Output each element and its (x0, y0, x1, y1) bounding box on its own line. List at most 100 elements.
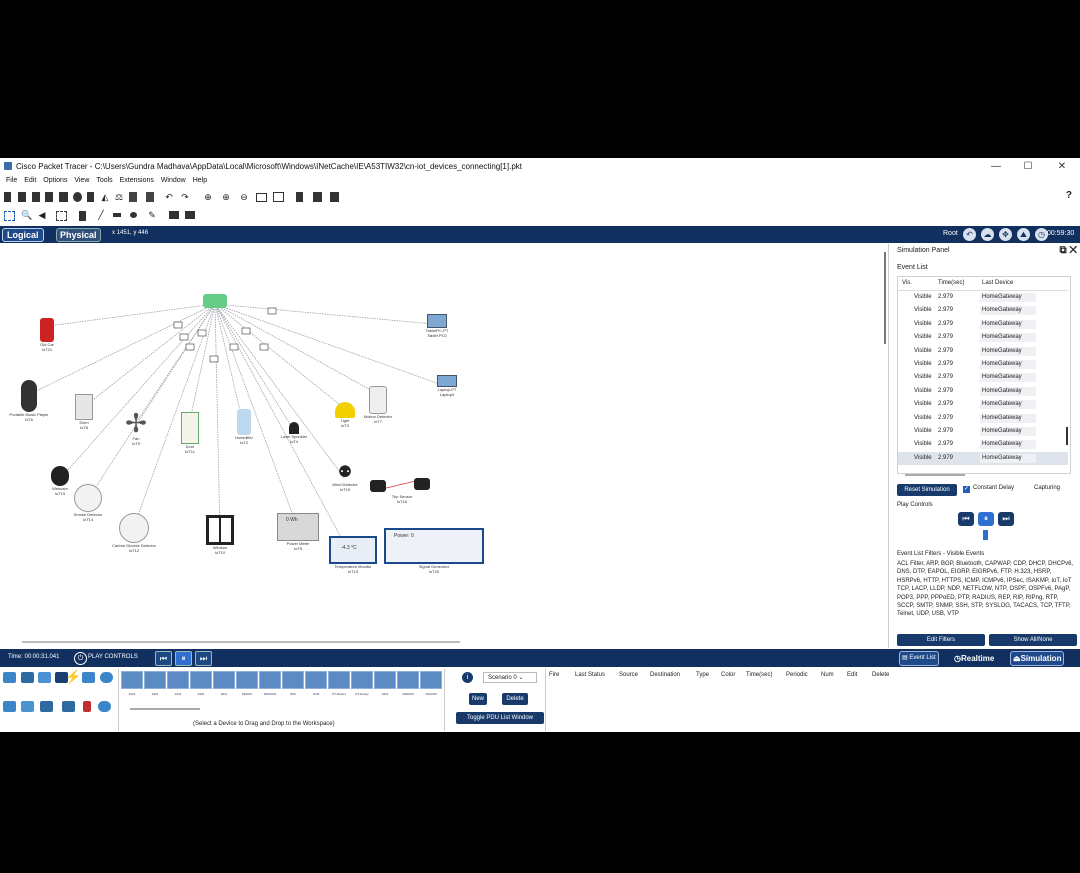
palette-router-icon[interactable]: PT-Router (328, 671, 350, 696)
menu-tools[interactable]: Tools (96, 175, 112, 187)
security-icon[interactable] (83, 701, 91, 712)
menu-options[interactable]: Options (43, 175, 67, 187)
palette-router-icon[interactable]: PT-Empty (351, 671, 373, 696)
device-signal-generator[interactable]: Power: 0 Signal Generator IoT20 (384, 528, 484, 574)
switches-icon[interactable] (21, 701, 34, 712)
draw-ellipse-icon[interactable] (130, 212, 137, 218)
power-cycle-icon[interactable]: ⏻ (74, 652, 87, 665)
device-power-meter[interactable]: 0 Wh Power Meter IoT5 (276, 513, 320, 551)
new-file-icon[interactable] (4, 192, 11, 202)
menu-window[interactable]: Window (161, 175, 186, 187)
palette-router-icon[interactable]: 1841 (374, 671, 396, 696)
event-row[interactable]: Visible 2.979 HomeGateway (898, 451, 1068, 465)
event-row[interactable]: Visible 2.979 HomeGateway (898, 425, 1068, 438)
select-icon[interactable] (4, 211, 15, 221)
print-icon[interactable] (59, 192, 68, 202)
delete-tool-icon[interactable]: ◀ (37, 210, 47, 220)
network-devices-icon[interactable] (3, 672, 16, 683)
paste-icon[interactable] (146, 192, 154, 202)
palette-router-icon[interactable]: 819IOX (236, 671, 258, 696)
realtime-mode-button[interactable]: ◷Realtime (951, 651, 998, 666)
palette-router-icon[interactable]: 2901 (190, 671, 212, 696)
device-motion-detector[interactable]: Motion Detector IoT7 (358, 386, 398, 424)
pdu-icon[interactable] (313, 192, 322, 202)
draw-line-icon[interactable]: ╱ (96, 210, 106, 220)
palette-router-icon[interactable]: 819HGW (259, 671, 281, 696)
zoom-in-icon[interactable]: ⊕ (203, 192, 213, 202)
info-icon[interactable]: i (462, 672, 473, 683)
resize-icon[interactable] (56, 211, 67, 221)
event-row[interactable]: Visible 2.979 HomeGateway (898, 438, 1068, 451)
step-forward-button[interactable]: ⏭ (998, 512, 1014, 526)
cloud-icon[interactable]: ☁ (981, 228, 994, 241)
end-devices-icon[interactable] (21, 672, 34, 683)
status-pause-button[interactable]: ⏸ (175, 651, 192, 666)
home-gateway[interactable] (203, 294, 227, 308)
status-step-forward-button[interactable]: ⏭ (195, 651, 212, 666)
undo-icon[interactable]: ↶ (164, 192, 174, 202)
event-row[interactable]: Visible 2.979 HomeGateway (898, 371, 1068, 384)
menu-help[interactable]: Help (193, 175, 207, 187)
close-button[interactable]: ✕ (1047, 160, 1077, 174)
tab-physical[interactable]: Physical (56, 228, 101, 242)
new-scenario-button[interactable]: New (469, 693, 487, 705)
connections-icon[interactable]: ⚡ (65, 669, 81, 685)
device-lawn-sprinkler[interactable]: Lawn Sprinkler IoT4 (274, 422, 314, 444)
device-co2-detector[interactable]: Carbon Dioxide Detector IoT12 (104, 513, 164, 553)
event-row[interactable]: Visible 2.979 HomeGateway (898, 358, 1068, 371)
minimize-button[interactable]: — (981, 160, 1011, 174)
menu-view[interactable]: View (74, 175, 89, 187)
event-row[interactable]: Visible 2.979 HomeGateway (898, 331, 1068, 344)
device-tablet[interactable]: TabletPC-PT Tablet PC0 (420, 314, 454, 338)
draw-rectangle-icon[interactable] (113, 213, 121, 217)
root-label[interactable]: Root (943, 230, 958, 237)
wizard-icon[interactable]: ⚖ (114, 192, 124, 202)
maximize-button[interactable]: ☐ (1013, 160, 1043, 174)
misc-icon[interactable] (82, 672, 95, 683)
info-icon[interactable] (73, 192, 82, 202)
help-icon[interactable]: ? (1066, 190, 1072, 201)
environment-icon[interactable]: ⛰ (1017, 228, 1030, 241)
device-humidifier[interactable]: Humidifier IoT2 (228, 409, 260, 445)
open-folder-icon[interactable] (18, 192, 26, 202)
drawing-palette-icon[interactable] (256, 193, 267, 202)
device-wind-detector[interactable]: ⚉ Wind Detector IoT19 (322, 464, 368, 492)
device-temperature-monitor[interactable]: -4.3 °C Temperature Monitor IoT13 (328, 536, 378, 574)
event-row[interactable]: Visible 2.979 HomeGateway (898, 398, 1068, 411)
palette-router-icon[interactable]: 2911 (213, 671, 235, 696)
palette-scrollbar[interactable] (130, 708, 200, 710)
copy-icon[interactable] (87, 192, 94, 202)
edit-filters-button[interactable]: Edit Filters (897, 634, 985, 646)
save-icon[interactable] (45, 192, 53, 202)
logical-workspace[interactable]: Old Car IoT21 Portable Music Player IoT6… (0, 244, 889, 648)
freeform-icon[interactable]: ✎ (147, 210, 157, 220)
zoom-out-icon[interactable]: ⊖ (239, 192, 249, 202)
camera-icon[interactable] (330, 192, 339, 202)
delete-scenario-button[interactable]: Delete (502, 693, 528, 705)
inspect-icon[interactable]: 🔍 (21, 210, 32, 220)
network-activity-icon[interactable]: ◭ (100, 192, 110, 202)
show-all-none-button[interactable]: Show All/None (989, 634, 1077, 646)
menu-edit[interactable]: Edit (24, 175, 36, 187)
event-list-hscroll[interactable] (905, 474, 965, 476)
open-samples-icon[interactable] (32, 192, 40, 202)
device-window[interactable]: Window IoT10 (204, 515, 236, 555)
speed-slider[interactable] (983, 530, 988, 540)
status-step-back-button[interactable]: ⏮ (155, 651, 172, 666)
add-simple-pdu-icon[interactable] (169, 211, 179, 219)
device-siren[interactable]: Siren IoT8 (72, 394, 96, 430)
event-row[interactable]: Visible 2.979 HomeGateway (898, 412, 1068, 425)
routers-icon[interactable] (3, 701, 16, 712)
custom-devices-icon[interactable] (273, 192, 284, 202)
event-row[interactable]: Visible 2.979 HomeGateway (898, 345, 1068, 358)
toggle-pdu-list-button[interactable]: Toggle PDU List Window (456, 712, 544, 724)
menu-extensions[interactable]: Extensions (120, 175, 154, 187)
event-row[interactable]: Visible 2.979 HomeGateway (898, 291, 1068, 304)
palette-router-icon[interactable]: 1941 (167, 671, 189, 696)
simulation-mode-button[interactable]: ⏏Simulation (1010, 651, 1065, 666)
scenario-select[interactable]: Scenario 0 ⌄ (483, 672, 537, 683)
event-list-toggle[interactable]: ▤ Event List (899, 651, 939, 666)
constant-delay-checkbox[interactable]: ✓ (963, 486, 970, 493)
palette-router-icon[interactable]: 2621XM (420, 671, 442, 696)
hubs-icon[interactable] (40, 701, 53, 712)
